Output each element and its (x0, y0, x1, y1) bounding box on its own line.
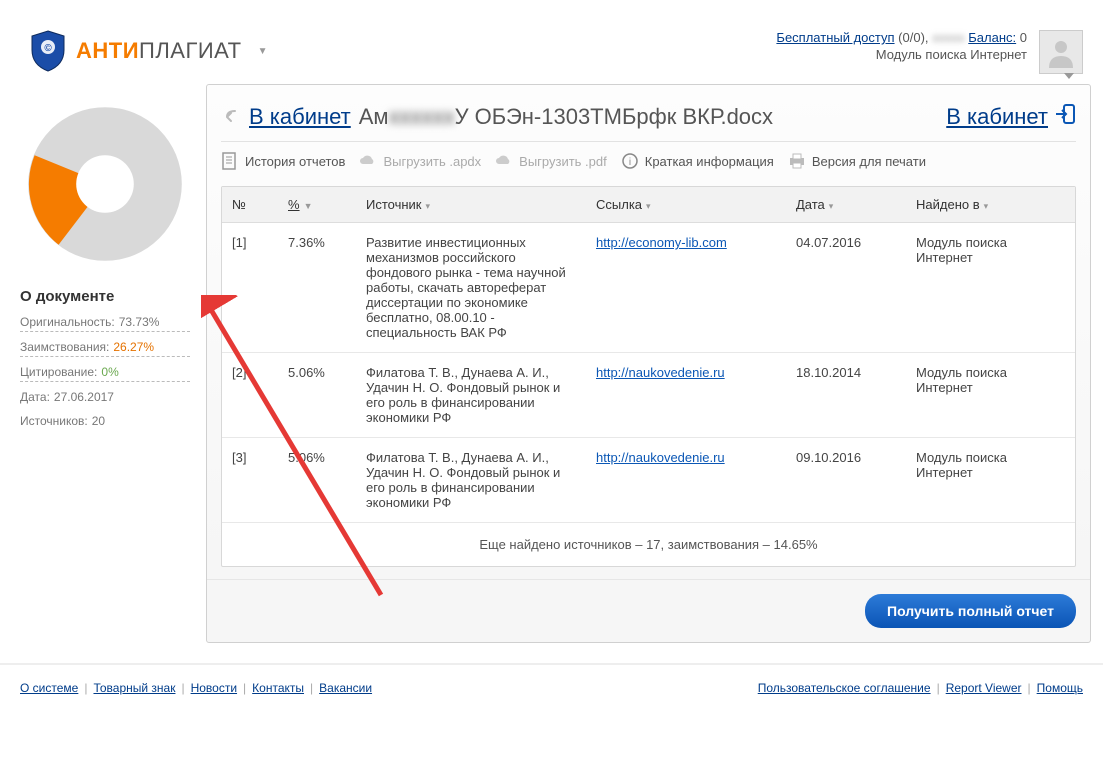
cell-source[interactable]: Филатова Т. В., Дунаева А. И., Удачин Н.… (356, 353, 586, 438)
col-found[interactable]: Найдено в▾ (906, 187, 1075, 223)
sort-icon: ▾ (646, 201, 651, 211)
blurred-text: xxxxx (932, 30, 965, 45)
cell-link: http://naukovedenie.ru (586, 353, 786, 438)
footer-link[interactable]: Контакты (252, 681, 304, 695)
sort-icon: ▼ (304, 201, 313, 211)
stat-originality: Оригинальность: 73.73% (20, 315, 190, 332)
free-access-count: (0/0), (898, 30, 928, 45)
cell-link: http://naukovedenie.ru (586, 438, 786, 523)
logo-text: АНТИПЛАГИАТ (76, 38, 242, 64)
sort-icon: ▾ (829, 201, 834, 211)
col-source[interactable]: Источник▾ (356, 187, 586, 223)
free-access-link[interactable]: Бесплатный доступ (776, 30, 894, 45)
footer-link[interactable]: Пользовательское соглашение (758, 681, 931, 695)
print-version[interactable]: Версия для печати (788, 152, 926, 170)
action-bar: Получить полный отчет (207, 579, 1090, 642)
info-icon: i (621, 152, 639, 170)
export-apdx: Выгрузить .apdx (359, 152, 481, 170)
col-date[interactable]: Дата▾ (786, 187, 906, 223)
col-pct[interactable]: %▼ (278, 187, 356, 223)
doc-name-right: У ОБЭн-1303ТМБрфк ВКР.docx (455, 104, 773, 129)
footer-link[interactable]: Новости (191, 681, 237, 695)
more-sources-row: Еще найдено источников – 17, заимствован… (222, 522, 1075, 566)
header: © АНТИПЛАГИАТ ▼ Бесплатный доступ (0/0),… (0, 0, 1103, 84)
download-cloud-icon (495, 152, 513, 170)
chevron-down-icon[interactable]: ▼ (258, 46, 268, 57)
download-cloud-icon (359, 152, 377, 170)
user-icon (1045, 36, 1077, 68)
cell-found: Модуль поиска Интернет (906, 223, 1075, 353)
stat-citation: Цитирование: 0% (20, 365, 190, 382)
cell-no: [1] (222, 223, 278, 353)
cell-no: [3] (222, 438, 278, 523)
back-link[interactable]: В кабинет (249, 104, 351, 130)
cell-found: Модуль поиска Интернет (906, 438, 1075, 523)
originality-donut-chart (25, 104, 185, 264)
cell-pct: 5.06% (278, 438, 356, 523)
source-link[interactable]: http://economy-lib.com (596, 235, 727, 250)
avatar[interactable] (1039, 30, 1083, 74)
export-pdf: Выгрузить .pdf (495, 152, 607, 170)
sidebar-title: О документе (20, 288, 190, 305)
svg-text:i: i (629, 157, 631, 168)
logo[interactable]: © АНТИПЛАГИАТ ▼ (30, 30, 267, 72)
footer: О системе|Товарный знак|Новости|Контакты… (0, 663, 1103, 711)
cell-source[interactable]: Филатова Т. В., Дунаева А. И., Удачин Н.… (356, 438, 586, 523)
table-row: [1]7.36%Развитие инвестиционных механизм… (222, 223, 1075, 353)
header-right: Бесплатный доступ (0/0), xxxxx Баланс: 0… (776, 30, 1027, 62)
document-icon (221, 152, 239, 170)
sidebar: О документе Оригинальность: 73.73% Заимс… (10, 84, 200, 643)
table-row: [2]5.06%Филатова Т. В., Дунаева А. И., У… (222, 353, 1075, 438)
blurred-name: xxxxxx (389, 104, 455, 129)
cell-date: 18.10.2014 (786, 353, 906, 438)
sort-icon: ▾ (984, 201, 989, 211)
source-link[interactable]: http://naukovedenie.ru (596, 450, 725, 465)
toolbar: История отчетов Выгрузить .apdx Выгрузит… (221, 148, 1076, 186)
to-cabinet-link[interactable]: В кабинет (946, 104, 1048, 130)
col-link[interactable]: Ссылка▾ (586, 187, 786, 223)
module-label: Модуль поиска Интернет (776, 47, 1027, 62)
cell-pct: 7.36% (278, 223, 356, 353)
title-row: В кабинет АмxxxxxxУ ОБЭн-1303ТМБрфк ВКР.… (221, 97, 1076, 142)
content-panel: В кабинет АмxxxxxxУ ОБЭн-1303ТМБрфк ВКР.… (206, 84, 1091, 643)
sort-icon: ▾ (426, 201, 431, 211)
stat-borrowings: Заимствования: 26.27% (20, 340, 190, 357)
col-no[interactable]: № (222, 187, 278, 223)
cell-no: [2] (222, 353, 278, 438)
short-info[interactable]: i Краткая информация (621, 152, 774, 170)
history-reports[interactable]: История отчетов (221, 152, 345, 170)
svg-text:©: © (44, 43, 52, 54)
back-arrow-icon[interactable] (221, 107, 241, 127)
cell-source[interactable]: Развитие инвестиционных механизмов росси… (356, 223, 586, 353)
stat-date: Дата: 27.06.2017 (20, 390, 190, 406)
footer-link[interactable]: Report Viewer (946, 681, 1022, 695)
balance-link[interactable]: Баланс: (968, 30, 1016, 45)
table-row: [3]5.06%Филатова Т. В., Дунаева А. И., У… (222, 438, 1075, 523)
cell-pct: 5.06% (278, 353, 356, 438)
balance-value: 0 (1020, 30, 1027, 45)
print-icon (788, 152, 806, 170)
sources-table: № %▼ Источник▾ Ссылка▾ Дата▾ Найдено в▾ … (222, 187, 1075, 522)
stat-sources: Источников: 20 (20, 414, 190, 430)
footer-link[interactable]: О системе (20, 681, 78, 695)
footer-link[interactable]: Помощь (1037, 681, 1083, 695)
shield-icon: © (30, 30, 66, 72)
footer-link[interactable]: Товарный знак (93, 681, 175, 695)
footer-link[interactable]: Вакансии (319, 681, 372, 695)
login-icon[interactable] (1054, 103, 1076, 131)
cell-date: 09.10.2016 (786, 438, 906, 523)
get-full-report-button[interactable]: Получить полный отчет (865, 594, 1076, 628)
source-link[interactable]: http://naukovedenie.ru (596, 365, 725, 380)
cell-link: http://economy-lib.com (586, 223, 786, 353)
cell-found: Модуль поиска Интернет (906, 353, 1075, 438)
doc-name-left: Ам (359, 104, 389, 129)
cell-date: 04.07.2016 (786, 223, 906, 353)
